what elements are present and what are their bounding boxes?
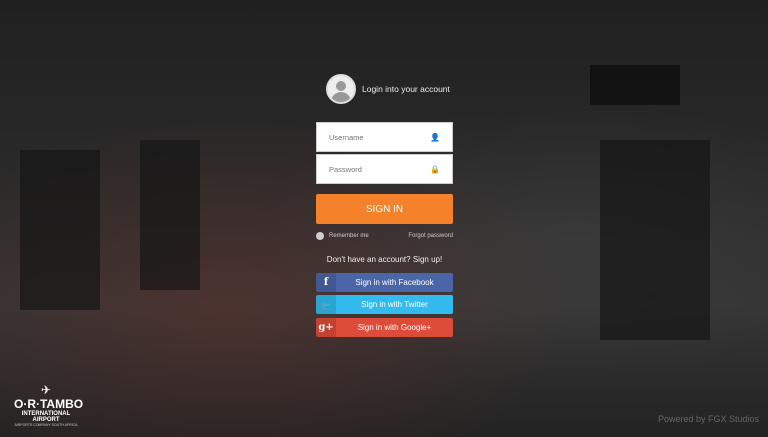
runner-logo-icon: ✈ bbox=[40, 383, 52, 397]
login-title: Login into your account bbox=[362, 84, 450, 94]
remember-checkbox[interactable] bbox=[316, 232, 324, 240]
remember-me[interactable]: Remember me bbox=[316, 232, 369, 240]
sign-in-button[interactable]: SIGN IN bbox=[316, 194, 453, 224]
password-input[interactable] bbox=[329, 164, 431, 174]
google-label: Sign in with Google+ bbox=[357, 323, 432, 332]
google-plus-icon: g+ bbox=[316, 318, 336, 337]
twitter-signin-button[interactable]: 🐦 Sign in with Twitter bbox=[316, 295, 453, 314]
forgot-password-link[interactable]: Forgot password bbox=[408, 233, 453, 239]
remember-label: Remember me bbox=[329, 233, 369, 239]
username-input[interactable] bbox=[329, 132, 431, 142]
user-avatar-icon bbox=[326, 74, 356, 104]
google-signin-button[interactable]: g+ Sign in with Google+ bbox=[316, 318, 453, 337]
user-icon: 👤 bbox=[430, 132, 440, 142]
facebook-signin-button[interactable]: f Sign in with Facebook bbox=[316, 273, 453, 292]
username-field[interactable]: 👤 bbox=[316, 122, 453, 152]
lock-icon: 🔒 bbox=[430, 164, 440, 174]
powered-by: Powered by FGX Studios bbox=[657, 414, 759, 424]
twitter-label: Sign in with Twitter bbox=[361, 300, 428, 309]
signup-link[interactable]: Don't have an account? Sign up! bbox=[316, 255, 453, 264]
facebook-label: Sign in with Facebook bbox=[355, 278, 434, 287]
password-field[interactable]: 🔒 bbox=[316, 154, 453, 184]
airport-logo: ✈ O·R·TAMBO INTERNATIONAL AIRPORT AIRPOR… bbox=[14, 383, 84, 427]
twitter-icon: 🐦 bbox=[316, 295, 336, 314]
logo-main: O·R·TAMBO bbox=[14, 397, 84, 411]
logo-tag: AIRPORTS COMPANY SOUTH AFRICA bbox=[14, 423, 78, 427]
logo-sub: INTERNATIONAL AIRPORT bbox=[21, 411, 71, 423]
facebook-icon: f bbox=[316, 273, 336, 292]
